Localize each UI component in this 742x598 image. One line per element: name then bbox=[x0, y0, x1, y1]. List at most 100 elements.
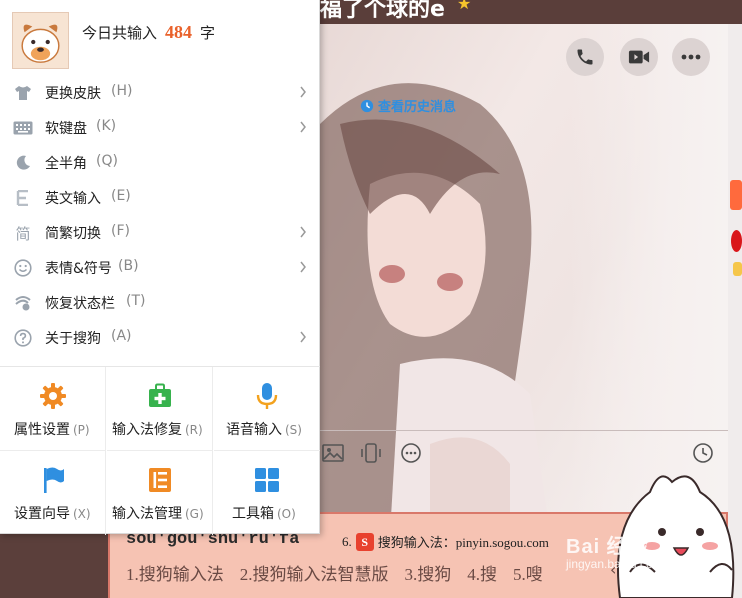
letter-e-icon bbox=[13, 188, 33, 208]
menu-item-shortcut: (B) bbox=[118, 258, 139, 274]
grid-item-label: 属性设置 bbox=[14, 422, 70, 438]
toolbox-grid-icon bbox=[252, 465, 282, 495]
menu-item-label: 恢复状态栏 bbox=[45, 296, 115, 312]
menu-item-label: 关于搜狗 bbox=[45, 331, 101, 347]
chevron-right-icon bbox=[300, 86, 306, 98]
candidate-tip[interactable]: 6. S 搜狗输入法：pinyin.sogou.com bbox=[342, 532, 549, 551]
chat-title: 福了个球的e bbox=[320, 0, 445, 22]
moon-icon bbox=[13, 153, 33, 173]
gear-icon bbox=[38, 381, 68, 411]
desktop-strip bbox=[0, 532, 108, 598]
menu-item-soft-keyboard[interactable]: 软键盘 (K) bbox=[0, 110, 320, 145]
chat-fade-overlay bbox=[570, 24, 728, 512]
shake-icon[interactable] bbox=[358, 440, 384, 466]
chevron-right-icon bbox=[300, 226, 306, 238]
grid-item-text: 语音输入 (S) bbox=[226, 419, 302, 439]
chevron-right-icon bbox=[300, 121, 306, 133]
menu-item-english-input[interactable]: 英文输入 (E) bbox=[0, 180, 320, 215]
grid-item-label: 输入法修复 bbox=[112, 422, 182, 438]
grid-item-text: 输入法管理 (G) bbox=[112, 503, 204, 523]
menu-item-restore-statusbar[interactable]: 恢复状态栏 (T) bbox=[0, 285, 320, 320]
menu-item-shortcut: (T) bbox=[126, 293, 146, 309]
tip-text: 搜狗输入法：pinyin.sogou.com bbox=[377, 535, 549, 550]
menu-item-about-sogou[interactable]: 关于搜狗 (A) bbox=[0, 320, 320, 355]
view-history-label: 查看历史消息 bbox=[378, 100, 457, 115]
grid-property-settings[interactable]: 属性设置 (P) bbox=[0, 367, 106, 451]
menu-item-shortcut: (H) bbox=[111, 83, 133, 99]
candidate-item[interactable]: 1.搜狗输入法 bbox=[126, 560, 224, 585]
grid-item-label: 输入法管理 bbox=[112, 506, 182, 522]
menu-item-simplified-traditional[interactable]: 简 简繁切换 (F) bbox=[0, 215, 320, 250]
more-options-button[interactable] bbox=[672, 38, 710, 76]
grid-ime-repair[interactable]: 输入法修复 (R) bbox=[107, 367, 213, 451]
grid-item-text: 输入法修复 (R) bbox=[112, 419, 203, 439]
flag-icon bbox=[38, 465, 68, 495]
candidate-item[interactable]: 4.搜 bbox=[467, 560, 497, 585]
grid-item-shortcut: (X) bbox=[73, 507, 91, 521]
video-call-button[interactable] bbox=[620, 38, 658, 76]
grid-item-shortcut: (P) bbox=[73, 423, 90, 437]
count-value: 484 bbox=[165, 22, 193, 42]
sogou-logo-icon: S bbox=[355, 532, 374, 551]
menu-item-full-half-width[interactable]: 全半角 (Q) bbox=[0, 145, 320, 180]
right-decoration bbox=[733, 262, 742, 276]
menu-item-emoji-symbols[interactable]: 表情&符号 (B) bbox=[0, 250, 320, 285]
smiley-icon bbox=[13, 258, 33, 278]
grid-item-text: 工具箱 (O) bbox=[232, 503, 296, 523]
watermark: Bai 经验 jingyan.baidu.com bbox=[566, 530, 663, 571]
menu-item-label: 表情&符号 bbox=[45, 261, 112, 277]
menu-item-shortcut: (E) bbox=[111, 188, 131, 204]
grid-item-text: 设置向导 (X) bbox=[14, 503, 91, 523]
count-suffix: 字 bbox=[200, 24, 216, 42]
more-dots-icon bbox=[681, 54, 701, 60]
keyboard-icon bbox=[13, 118, 33, 138]
grid-item-shortcut: (G) bbox=[185, 507, 204, 521]
jian-char-icon: 简 bbox=[15, 224, 31, 243]
menu-item-change-skin[interactable]: 更换皮肤 (H) bbox=[0, 75, 320, 110]
grid-item-shortcut: (R) bbox=[185, 423, 203, 437]
grid-toolbox[interactable]: 工具箱 (O) bbox=[214, 451, 320, 535]
tshirt-icon bbox=[13, 83, 33, 103]
chevron-right-icon bbox=[300, 331, 306, 343]
grid-ime-manager[interactable]: 输入法管理 (G) bbox=[107, 451, 213, 535]
phone-call-button[interactable] bbox=[566, 38, 604, 76]
watermark-main: Bai 经验 bbox=[566, 536, 649, 558]
menu-item-shortcut: (A) bbox=[111, 328, 132, 344]
grid-voice-input[interactable]: 语音输入 (S) bbox=[214, 367, 320, 451]
phone-icon bbox=[577, 49, 593, 65]
clock-icon bbox=[360, 99, 374, 112]
statusbar-restore-icon bbox=[13, 293, 33, 313]
question-circle-icon bbox=[13, 328, 33, 348]
repair-kit-icon bbox=[145, 381, 175, 411]
view-history-link[interactable]: 查看历史消息 bbox=[360, 96, 456, 115]
menu-item-shortcut: (F) bbox=[111, 223, 130, 239]
grid-item-label: 设置向导 bbox=[14, 506, 70, 522]
candidate-item[interactable]: 3.搜狗 bbox=[405, 560, 452, 585]
candidate-list: 1.搜狗输入法 2.搜狗输入法智慧版 3.搜狗 4.搜 5.嗖 bbox=[126, 560, 543, 585]
right-decoration bbox=[730, 180, 742, 210]
avatar[interactable] bbox=[12, 12, 69, 69]
manager-list-icon bbox=[145, 465, 175, 495]
menu-item-shortcut: (Q) bbox=[96, 153, 118, 169]
chat-window: 查看历史消息 bbox=[320, 24, 728, 512]
menu-item-label: 全半角 bbox=[45, 156, 87, 172]
tip-index: 6. bbox=[342, 533, 352, 549]
grid-item-shortcut: (O) bbox=[277, 507, 296, 521]
grid-item-label: 工具箱 bbox=[232, 506, 274, 522]
more-tools-icon[interactable] bbox=[398, 440, 424, 466]
menu-header: 今日共输入 484 字 bbox=[0, 0, 320, 74]
menu-item-label: 更换皮肤 bbox=[45, 86, 101, 102]
grid-setup-wizard[interactable]: 设置向导 (X) bbox=[0, 451, 106, 535]
chat-input-divider bbox=[320, 430, 728, 431]
candidate-item[interactable]: 5.嗖 bbox=[513, 560, 543, 585]
video-camera-icon bbox=[628, 50, 650, 64]
star-icon: ★ bbox=[457, 0, 472, 13]
candidate-item[interactable]: 2.搜狗输入法智慧版 bbox=[240, 560, 389, 585]
menu-item-shortcut: (K) bbox=[96, 118, 117, 134]
menu-item-label: 软键盘 bbox=[45, 121, 87, 137]
count-prefix: 今日共输入 bbox=[82, 24, 158, 42]
grid-item-label: 语音输入 bbox=[226, 422, 282, 438]
image-icon[interactable] bbox=[320, 440, 346, 466]
watermark-sub: jingyan.baidu.com bbox=[566, 557, 663, 571]
sogou-settings-menu: 今日共输入 484 字 更换皮肤 (H) 软键盘 (K) 全半角 (Q) 英文输… bbox=[0, 0, 320, 535]
